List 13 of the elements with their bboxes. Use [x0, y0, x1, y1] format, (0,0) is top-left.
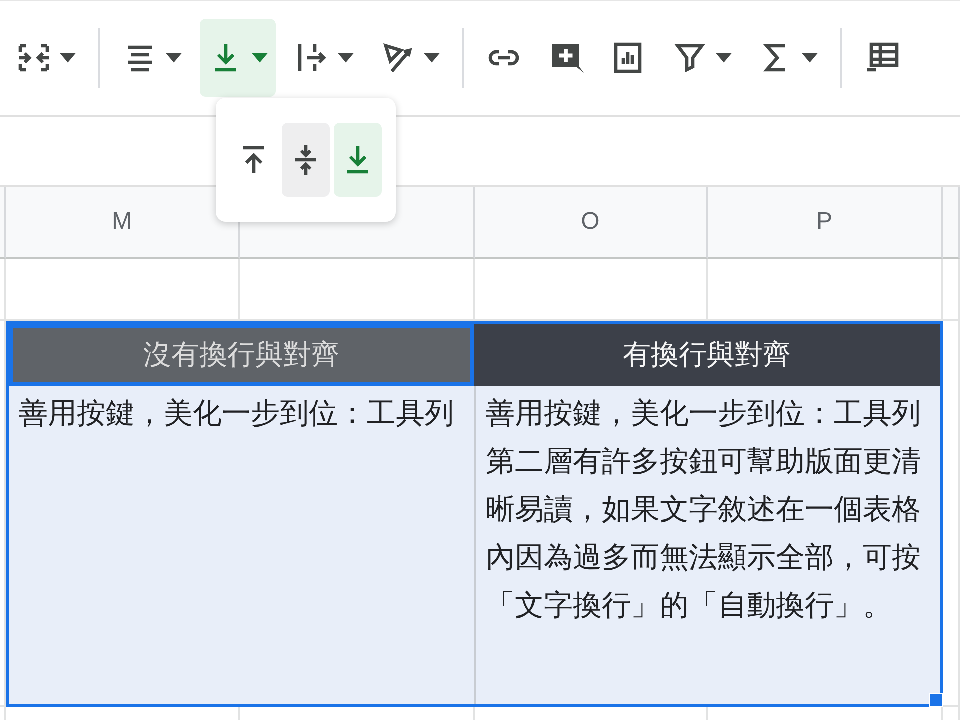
- column-header[interactable]: O: [475, 187, 708, 259]
- valign-button[interactable]: [200, 19, 276, 97]
- column-header[interactable]: P: [708, 187, 943, 259]
- empty-cell[interactable]: [943, 321, 960, 707]
- middle-align-option[interactable]: [282, 123, 330, 197]
- merged-cell[interactable]: 有換行與對齊: [474, 324, 940, 386]
- fill-handle[interactable]: [929, 693, 943, 707]
- column-header[interactable]: [0, 187, 6, 259]
- merged-cell[interactable]: 沒有換行與對齊: [9, 324, 474, 386]
- bottom-align-option[interactable]: [334, 123, 382, 197]
- merged-cell[interactable]: 善用按鍵，美化一步到位：工具列: [9, 386, 474, 704]
- column-header[interactable]: M: [6, 187, 240, 259]
- column-header[interactable]: [943, 187, 960, 259]
